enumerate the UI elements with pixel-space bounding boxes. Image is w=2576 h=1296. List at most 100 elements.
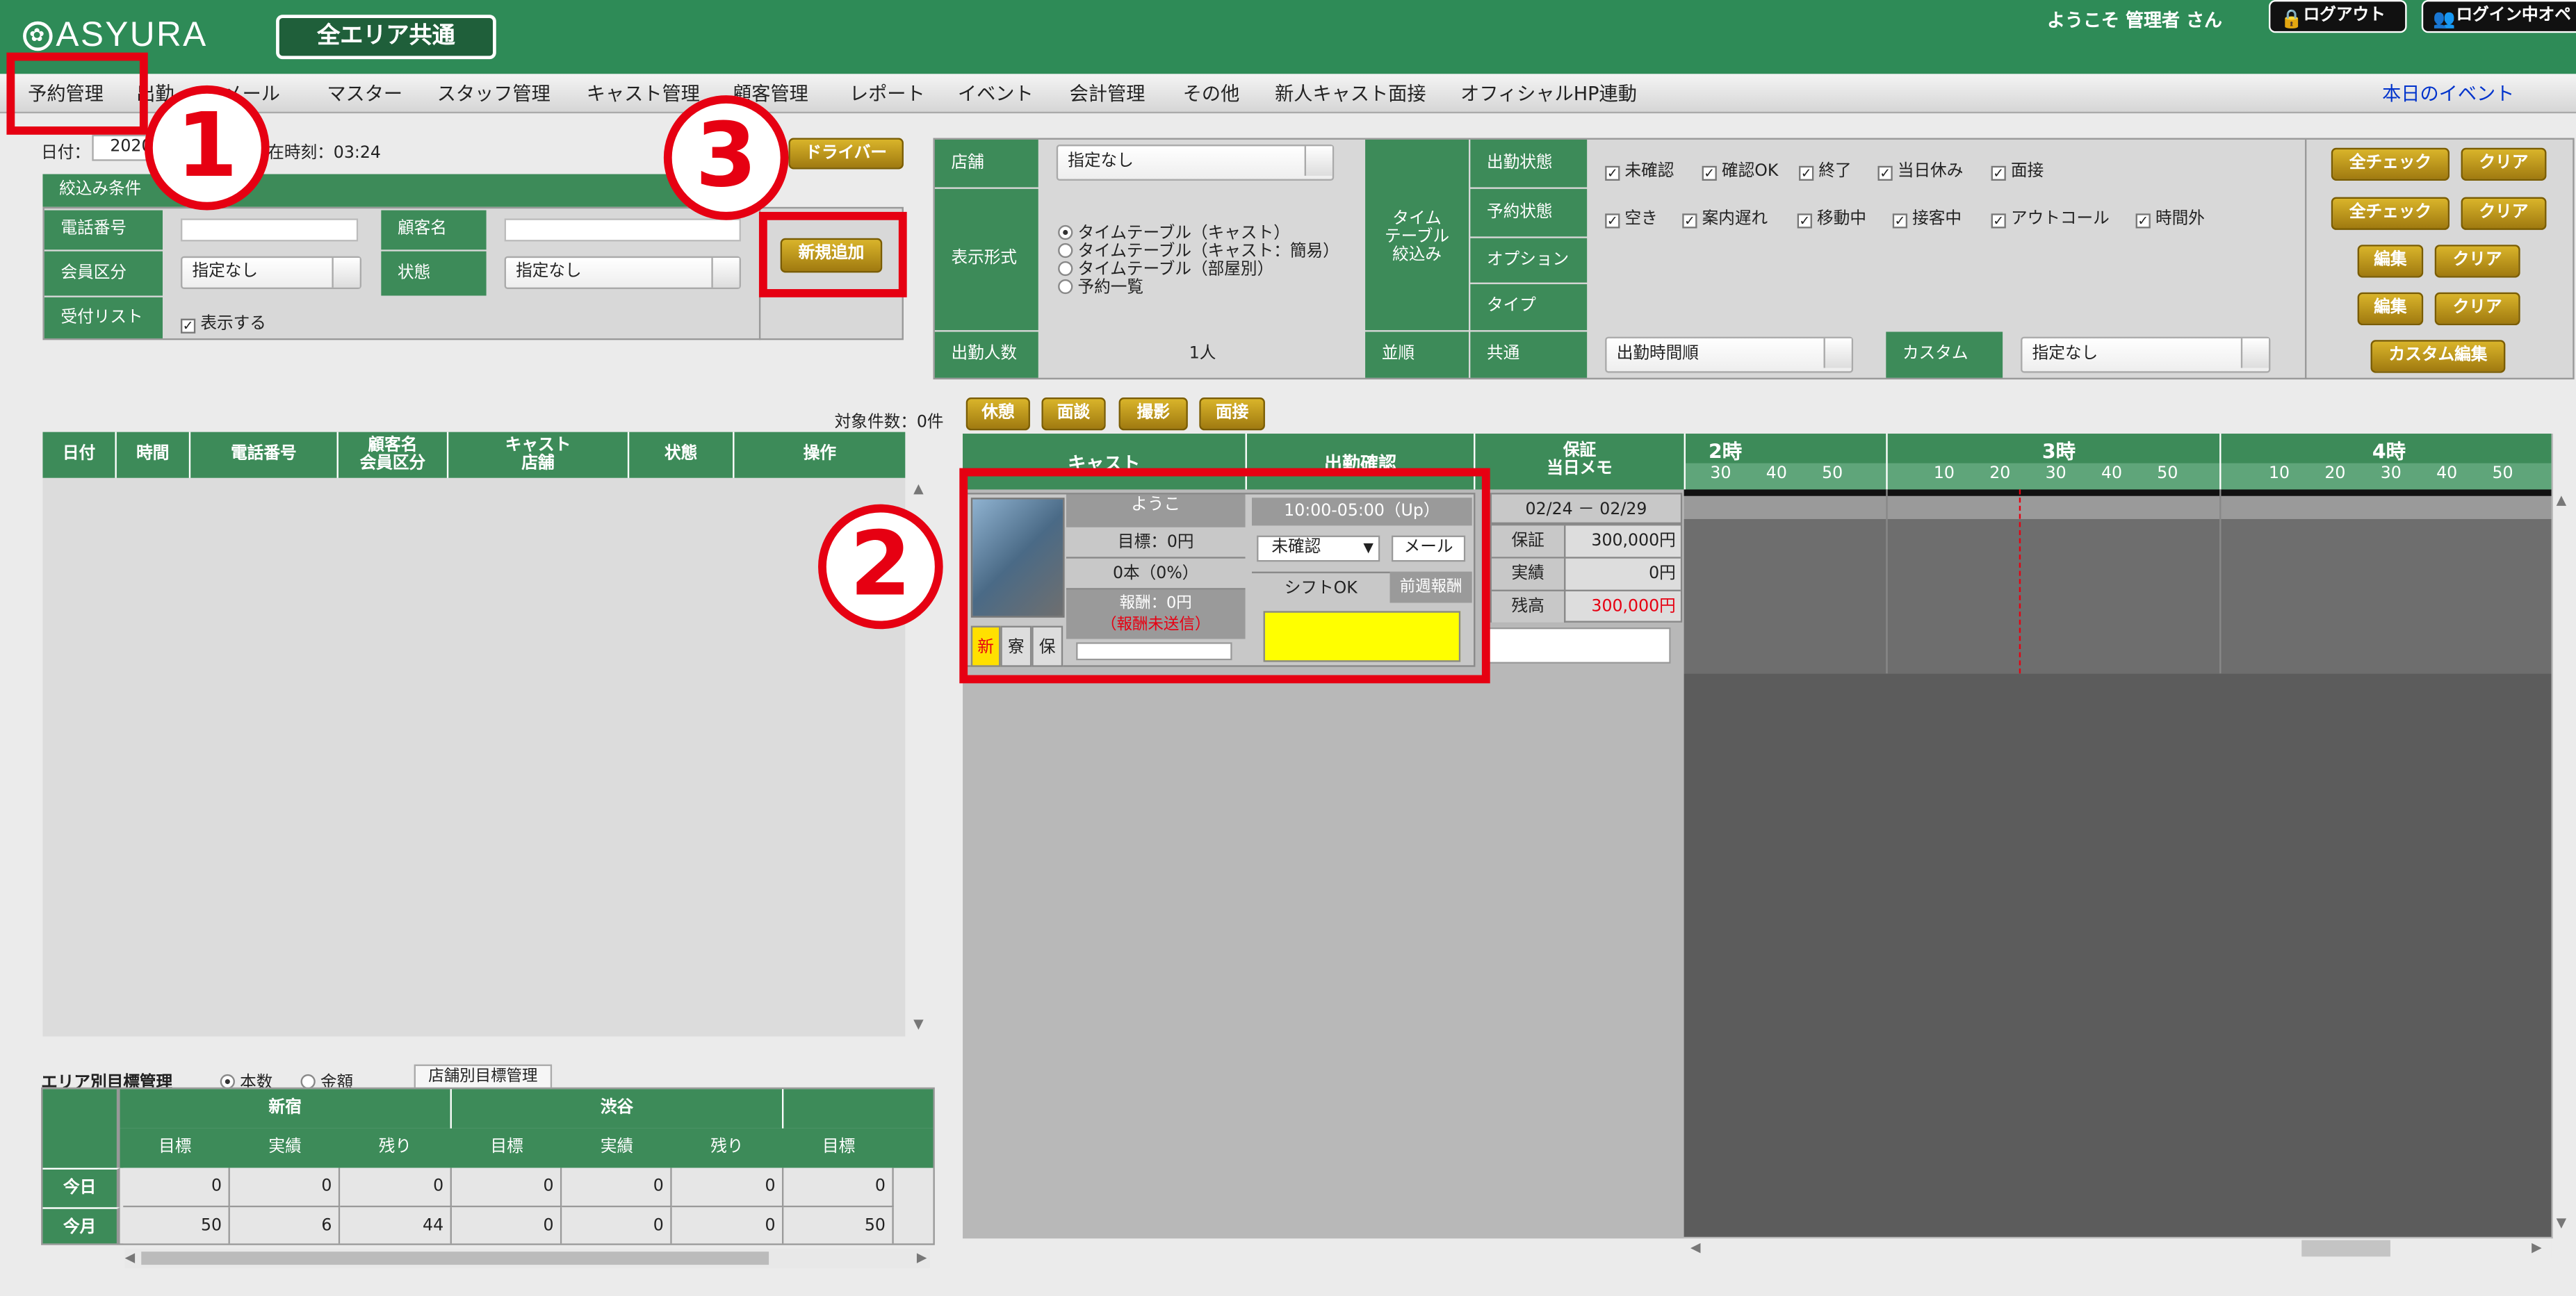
minute-label: 30	[1710, 464, 1731, 483]
customer-name-input[interactable]	[504, 218, 741, 242]
menu-master[interactable]: マスター	[327, 81, 402, 107]
attend-dayoff-checkbox[interactable]: ✓ 当日休み	[1877, 156, 1963, 181]
scroll-right-icon[interactable]: ▶	[917, 1250, 927, 1265]
lock-icon: 🔒	[2280, 8, 2303, 30]
attend-unconfirmed-checkbox[interactable]: ✓ 未確認	[1605, 156, 1674, 181]
timeline-v-scrollbar[interactable]: ▲ ▼	[2552, 489, 2573, 1239]
minute-label: 20	[1989, 464, 2011, 483]
reserve-status-label: 予約状態	[1470, 188, 1588, 237]
reserve-clear-button[interactable]: クリア	[2461, 197, 2547, 230]
month-actual-shinjuku: 6	[229, 1207, 341, 1244]
driver-button[interactable]: ドライバー	[788, 138, 904, 170]
custom-edit-button[interactable]: カスタム編集	[2370, 340, 2506, 373]
checkbox-icon: ✓	[2135, 213, 2151, 229]
list-scroll-down-icon[interactable]: ▼	[913, 1017, 924, 1031]
area-shinjuku: 新宿	[120, 1089, 452, 1129]
custom-sort-label: カスタム	[1886, 331, 2003, 378]
today-event-link[interactable]: 本日のイベント	[2382, 81, 2514, 107]
scroll-down-icon[interactable]: ▼	[2557, 1215, 2567, 1230]
staff-count-label: 出勤人数	[934, 331, 1038, 378]
subcol-target: 目標	[822, 1138, 856, 1157]
hour-gridline	[1886, 489, 1888, 674]
app-root: ✿ ASYURA 全エリア共通 ようこそ 管理者 さん 🔒 ログアウト 👥 ログイン中…	[0, 0, 2576, 1296]
reserve-check-all-button[interactable]: 全チェック	[2331, 197, 2450, 230]
store-select[interactable]: 指定なし	[1056, 145, 1335, 181]
highlight-new-add-button	[758, 211, 907, 297]
timetable-filter-label: タイム テーブル 絞込み	[1365, 139, 1469, 331]
subcol-target: 目標	[158, 1138, 192, 1157]
scroll-left-icon[interactable]: ◀	[125, 1250, 136, 1265]
break-button[interactable]: 休憩	[965, 397, 1030, 431]
menu-report[interactable]: レポート	[849, 81, 925, 107]
custom-sort-select[interactable]: 指定なし	[2021, 336, 2271, 373]
reception-show-checkbox[interactable]: ✓ 表示する	[180, 309, 266, 334]
display-option-cast-simple[interactable]: タイムテーブル（キャスト：簡易）	[1058, 243, 1339, 261]
menu-accounting[interactable]: 会計管理	[1070, 81, 1146, 107]
scroll-left-icon[interactable]: ◀	[1690, 1240, 1701, 1255]
common-sort-select[interactable]: 出勤時間順	[1605, 336, 1854, 373]
menu-new-cast-interview[interactable]: 新人キャスト面接	[1275, 81, 1426, 107]
daily-memo-input[interactable]	[1486, 627, 1671, 664]
list-scroll-up-icon[interactable]: ▲	[913, 482, 924, 496]
col-cast-store: キャスト 店舗	[505, 436, 571, 473]
reserve-outcall-checkbox[interactable]: ✓ アウトコール	[1991, 204, 2110, 229]
reserve-moving-checkbox[interactable]: ✓ 移動中	[1797, 204, 1866, 229]
actual-label: 実績	[1492, 558, 1565, 591]
timeline-h-scrollbar[interactable]: ◀ ▶	[1684, 1238, 2552, 1258]
display-option-list[interactable]: 予約一覧	[1058, 279, 1339, 297]
target-h-scrollbar[interactable]: ◀ ▶	[124, 1248, 930, 1268]
attend-interview-checkbox[interactable]: ✓ 面接	[1991, 156, 2044, 181]
attend-check-all-button[interactable]: 全チェック	[2331, 147, 2450, 181]
store-label: 店舗	[934, 139, 1038, 188]
option-edit-button[interactable]: 編集	[2357, 245, 2424, 278]
attend-finished-checkbox[interactable]: ✓ 終了	[1799, 156, 1852, 181]
customer-name-label: 顧客名	[381, 210, 487, 250]
reserve-overtime-checkbox[interactable]: ✓ 時間外	[2135, 204, 2205, 229]
option-clear-button[interactable]: クリア	[2434, 245, 2520, 278]
minute-label: 50	[2157, 464, 2178, 483]
hour-2-label: 2時	[1709, 440, 1743, 464]
minute-label: 50	[1822, 464, 1843, 483]
scroll-right-icon[interactable]: ▶	[2532, 1240, 2542, 1255]
menu-event[interactable]: イベント	[958, 81, 1034, 107]
month-target-shibuya: 0	[451, 1207, 562, 1244]
timeline-cast-row[interactable]	[1684, 518, 2552, 674]
reserve-free-checkbox[interactable]: ✓ 空き	[1605, 204, 1658, 229]
menu-staff[interactable]: スタッフ管理	[437, 81, 551, 107]
radio-icon	[1058, 279, 1073, 295]
col-status: 状態	[627, 432, 735, 478]
subcol-actual: 実績	[600, 1138, 634, 1157]
login-operators-button[interactable]: 👥 ログイン中オペ	[2421, 0, 2576, 33]
status-select[interactable]: 指定なし	[504, 256, 741, 290]
photo-button[interactable]: 撮影	[1118, 397, 1188, 431]
scroll-up-icon[interactable]: ▲	[2557, 493, 2567, 507]
type-clear-button[interactable]: クリア	[2434, 292, 2520, 326]
meeting-button[interactable]: 面談	[1041, 397, 1106, 431]
menu-other[interactable]: その他	[1183, 81, 1240, 107]
col-operation: 操作	[803, 445, 837, 464]
menu-cast[interactable]: キャスト管理	[587, 81, 700, 107]
type-edit-button[interactable]: 編集	[2357, 292, 2424, 326]
target-values: 0 0 0 0 0 0 0 50 6 44 0 0 0 50	[123, 1167, 933, 1244]
target-scroll-thumb[interactable]	[141, 1252, 769, 1265]
minute-label: 40	[2101, 464, 2123, 483]
logout-button[interactable]: 🔒 ログアウト	[2269, 0, 2407, 33]
menu-official-hp[interactable]: オフィシャルHP連動	[1460, 81, 1637, 107]
checkbox-icon: ✓	[1799, 165, 1814, 181]
phone-input[interactable]	[180, 218, 359, 242]
filter-action-divider	[2305, 139, 2307, 380]
interview-button[interactable]: 面接	[1199, 397, 1265, 431]
attend-confirmed-checkbox[interactable]: ✓ 確認OK	[1702, 156, 1778, 181]
timeline-scroll-thumb[interactable]	[2301, 1240, 2390, 1257]
attend-clear-button[interactable]: クリア	[2461, 147, 2547, 181]
display-option-room[interactable]: タイムテーブル（部屋別）	[1058, 261, 1339, 279]
app-logo[interactable]: ✿ ASYURA	[23, 17, 208, 56]
reserve-delay-checkbox[interactable]: ✓ 案内遅れ	[1682, 204, 1768, 229]
today-actual-shibuya: 0	[562, 1167, 672, 1208]
timeline-top-bar	[1684, 489, 2552, 496]
area-selector-button[interactable]: 全エリア共通	[276, 15, 496, 60]
reserve-serving-checkbox[interactable]: ✓ 接客中	[1892, 204, 1962, 229]
display-option-cast[interactable]: タイムテーブル（キャスト）	[1058, 224, 1339, 243]
subcol-remaining: 残り	[378, 1138, 412, 1157]
member-class-select[interactable]: 指定なし	[180, 256, 361, 290]
